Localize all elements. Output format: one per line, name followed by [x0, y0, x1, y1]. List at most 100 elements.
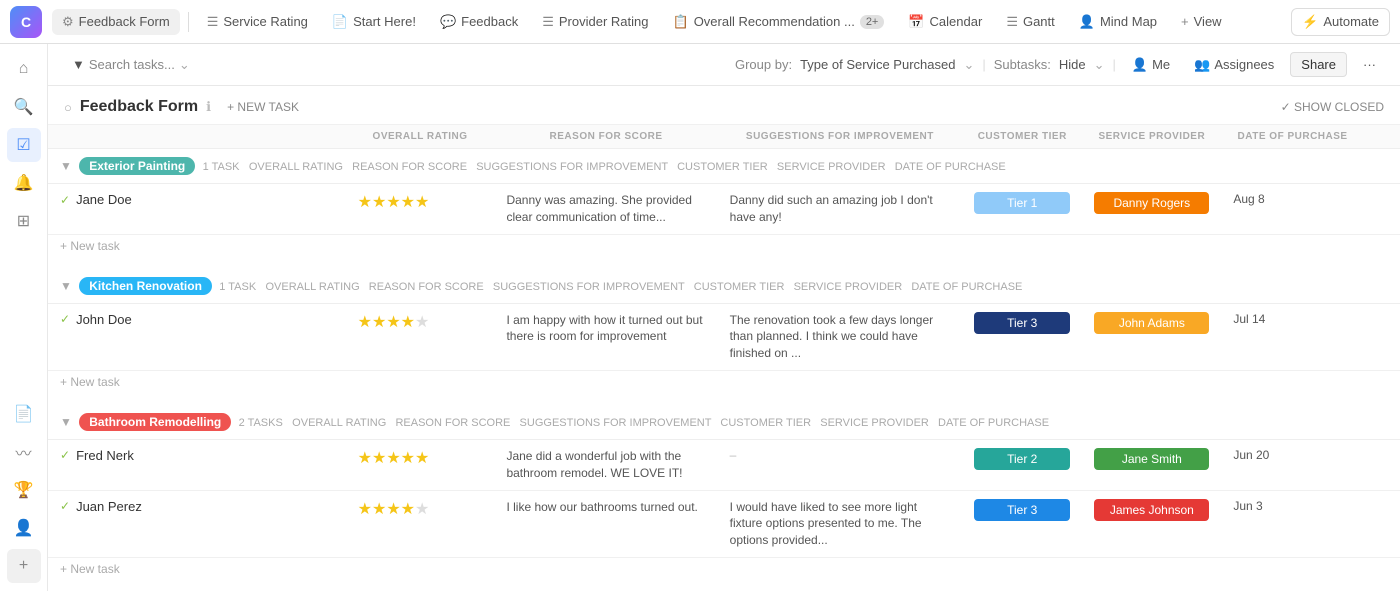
provider-badge-kitchen-renovation-0: John Adams [1094, 312, 1209, 334]
show-closed-button[interactable]: ✓ SHOW CLOSED [1281, 100, 1384, 114]
new-task-button[interactable]: + NEW TASK [219, 98, 307, 116]
nav-tab-gantt-label: Gantt [1023, 14, 1055, 29]
mind-map-icon: 👤 [1079, 14, 1095, 30]
spacer-exterior-painting [48, 257, 1400, 269]
nav-separator [188, 12, 189, 32]
nav-tab-view-label: View [1194, 14, 1222, 29]
new-task-row-kitchen-renovation[interactable]: + New task [48, 370, 1400, 393]
group-chevron-exterior-painting[interactable]: ▼ [60, 159, 72, 173]
sidebar-icon-plus[interactable]: + [7, 549, 41, 583]
page-title: Feedback Form [80, 98, 198, 116]
me-label: Me [1152, 57, 1170, 72]
me-icon: 👤 [1132, 57, 1148, 73]
more-button[interactable]: ··· [1355, 53, 1384, 76]
task-row-bathroom-remodelling-0[interactable]: ✓ Fred Nerk ★★★★★ Jane did a wonderful j… [48, 439, 1400, 490]
nav-tab-mind-map[interactable]: 👤 Mind Map [1069, 9, 1167, 35]
collapse-icon[interactable]: ○ [64, 100, 72, 115]
col-overall-rating: OVERALL RATING [346, 125, 495, 149]
sidebar-icon-goals[interactable]: 🏆 [7, 473, 41, 507]
task-name-kitchen-renovation-0: John Doe [76, 312, 132, 327]
task-name-bathroom-remodelling-0: Fred Nerk [76, 448, 134, 463]
group-chevron-bathroom-remodelling[interactable]: ▼ [60, 415, 72, 429]
nav-tab-gantt[interactable]: ☰ Gantt [996, 9, 1064, 35]
subtasks-value[interactable]: Hide [1059, 57, 1086, 72]
share-button[interactable]: Share [1290, 52, 1347, 77]
sidebar-icon-apps[interactable]: ⊞ [7, 204, 41, 238]
filter-button[interactable]: ▼ Search tasks... ⌄ [64, 53, 198, 77]
new-task-row-bathroom-remodelling[interactable]: + New task [48, 557, 1400, 580]
top-nav: C ⚙ Feedback Form ☰ Service Rating 📄 Sta… [0, 0, 1400, 44]
nav-tab-view[interactable]: + View [1171, 9, 1232, 34]
more-icon: ··· [1363, 57, 1376, 72]
star-filled-icon: ★ [372, 314, 386, 331]
me-button[interactable]: 👤 Me [1124, 53, 1178, 77]
sidebar-icon-pulse[interactable]: 〰 [7, 435, 41, 469]
automate-button[interactable]: ⚡ Automate [1291, 8, 1390, 36]
star-filled-icon: ★ [401, 450, 415, 467]
task-name-cell-bathroom-remodelling-0: ✓ Fred Nerk [60, 448, 334, 463]
task-name-exterior-painting-0: Jane Doe [76, 192, 132, 207]
task-row-kitchen-renovation-0[interactable]: ✓ John Doe ★★★★★ I am happy with how it … [48, 303, 1400, 370]
date-kitchen-renovation-0: Jul 14 [1233, 312, 1265, 326]
task-row-exterior-painting-0[interactable]: ✓ Jane Doe ★★★★★ Danny was amazing. She … [48, 184, 1400, 235]
nav-tab-feedback[interactable]: 💬 Feedback [430, 9, 528, 35]
nav-tab-overall-rec[interactable]: 📋 Overall Recommendation ... 2+ [663, 9, 895, 35]
sidebar-icon-tasks[interactable]: ☑ [7, 128, 41, 162]
star-filled-icon: ★ [386, 194, 400, 211]
provider-badge-exterior-painting-0: Danny Rogers [1094, 192, 1209, 214]
col-task [48, 125, 346, 149]
group-by-label: Group by: [735, 57, 792, 72]
nav-tab-provider-rating[interactable]: ☰ Provider Rating [532, 9, 658, 35]
group-label-kitchen-renovation: Kitchen Renovation [79, 277, 212, 295]
nav-tab-feedback-form-label: Feedback Form [79, 14, 170, 29]
date-bathroom-remodelling-1: Jun 3 [1233, 499, 1262, 513]
nav-tab-feedback-label: Feedback [461, 14, 518, 29]
nav-tab-service-rating[interactable]: ☰ Service Rating [197, 9, 318, 35]
col-suggestions: SUGGESTIONS FOR IMPROVEMENT [718, 125, 962, 149]
sidebar: ⌂ 🔍 ☑ 🔔 ⊞ 📄 〰 🏆 👤 + [0, 44, 48, 591]
sidebar-icon-home[interactable]: ⌂ [7, 52, 41, 86]
new-task-label-bathroom-remodelling: + New task [48, 557, 1400, 580]
star-filled-icon: ★ [358, 450, 372, 467]
nav-tab-start-here[interactable]: 📄 Start Here! [322, 9, 426, 35]
group-count-exterior-painting: 1 TASK [203, 161, 240, 173]
nav-tab-feedback-form[interactable]: ⚙ Feedback Form [52, 9, 180, 35]
sidebar-icon-doc[interactable]: 📄 [7, 397, 41, 431]
new-task-row-exterior-painting[interactable]: + New task [48, 234, 1400, 257]
group-columns-exterior-painting[interactable]: OVERALL RATING REASON FOR SCORE SUGGESTI… [249, 161, 1006, 173]
star-filled-icon: ★ [401, 194, 415, 211]
sidebar-icon-add-user[interactable]: 👤 [7, 511, 41, 545]
info-icon[interactable]: ℹ [206, 99, 211, 115]
suggestion-text-kitchen-renovation-0: The renovation took a few days longer th… [730, 313, 933, 361]
stars-bathroom-remodelling-0: ★★★★★ [358, 448, 483, 468]
group-by-chevron-icon: ⌄ [963, 57, 974, 73]
nav-tab-overall-rec-label: Overall Recommendation ... [694, 14, 855, 29]
table-wrap: OVERALL RATING REASON FOR SCORE SUGGESTI… [48, 125, 1400, 591]
star-filled-icon: ★ [386, 450, 400, 467]
group-columns-bathroom-remodelling[interactable]: OVERALL RATING REASON FOR SCORE SUGGESTI… [292, 417, 1049, 429]
new-task-label-exterior-painting: + New task [48, 234, 1400, 257]
task-name-cell-exterior-painting-0: ✓ Jane Doe [60, 192, 334, 207]
nav-tab-service-rating-label: Service Rating [223, 14, 308, 29]
star-filled-icon: ★ [386, 314, 400, 331]
sidebar-icon-search[interactable]: 🔍 [7, 90, 41, 124]
assignees-button[interactable]: 👥 Assignees [1186, 53, 1282, 77]
check-icon-bathroom-remodelling-1: ✓ [60, 499, 70, 513]
sidebar-icon-notifications[interactable]: 🔔 [7, 166, 41, 200]
app-logo: C [10, 6, 42, 38]
date-exterior-painting-0: Aug 8 [1233, 192, 1264, 206]
suggestion-dash-bathroom-remodelling-0: – [730, 448, 737, 462]
task-name-cell-kitchen-renovation-0: ✓ John Doe [60, 312, 334, 327]
assignees-label: Assignees [1214, 57, 1274, 72]
automate-label: Automate [1323, 14, 1379, 29]
nav-tab-calendar-label: Calendar [930, 14, 983, 29]
date-bathroom-remodelling-0: Jun 20 [1233, 448, 1269, 462]
nav-tab-start-here-label: Start Here! [353, 14, 416, 29]
group-columns-kitchen-renovation[interactable]: OVERALL RATING REASON FOR SCORE SUGGESTI… [266, 281, 1023, 293]
nav-tab-calendar[interactable]: 📅 Calendar [898, 9, 992, 35]
content-area: ▼ Search tasks... ⌄ Group by: Type of Se… [48, 44, 1400, 591]
subtasks-chevron-icon: ⌄ [1094, 57, 1105, 73]
group-by-value[interactable]: Type of Service Purchased [800, 57, 955, 72]
task-row-bathroom-remodelling-1[interactable]: ✓ Juan Perez ★★★★★ I like how our bathro… [48, 490, 1400, 557]
group-chevron-kitchen-renovation[interactable]: ▼ [60, 279, 72, 293]
